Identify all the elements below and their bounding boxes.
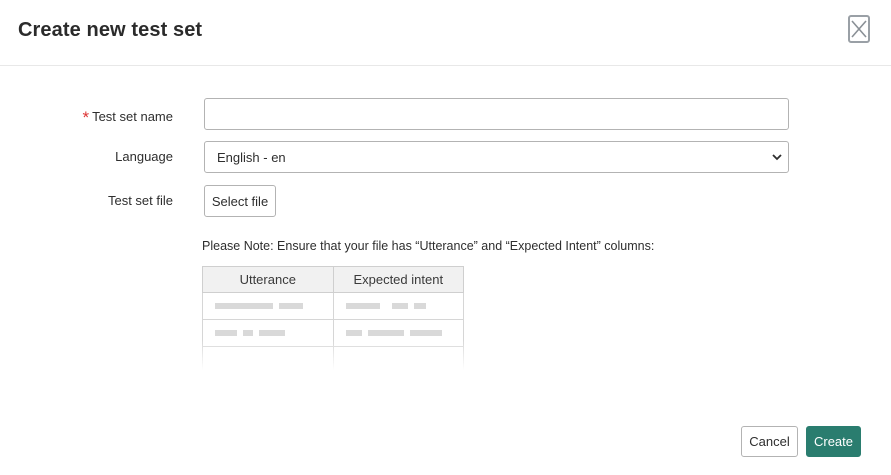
sample-header-utterance: Utterance [202,266,334,293]
test-set-name-label-text: Test set name [92,109,173,124]
language-select-value: English - en [217,150,286,165]
close-x-icon [851,20,867,38]
table-fade-overlay [202,340,464,370]
sample-file-table: Utterance Expected intent [202,266,464,370]
dialog-header: Create new test set [0,0,891,66]
language-select[interactable]: English - en [204,141,789,173]
close-button[interactable] [848,15,870,43]
select-file-button[interactable]: Select file [204,185,276,217]
test-set-name-input[interactable] [204,98,789,130]
sample-header-expected-intent: Expected intent [332,266,464,293]
dialog-title: Create new test set [18,19,203,41]
test-set-file-label: Test set file [107,193,173,208]
required-asterisk: * [82,108,90,127]
create-button[interactable]: Create [806,426,861,457]
table-row [202,292,464,320]
cancel-button[interactable]: Cancel [741,426,798,457]
format-note: Please Note: Ensure that your file has “… [202,239,655,253]
test-set-name-label: * Test set name [82,106,173,127]
chevron-down-icon [772,154,782,161]
language-label: Language [115,149,173,164]
